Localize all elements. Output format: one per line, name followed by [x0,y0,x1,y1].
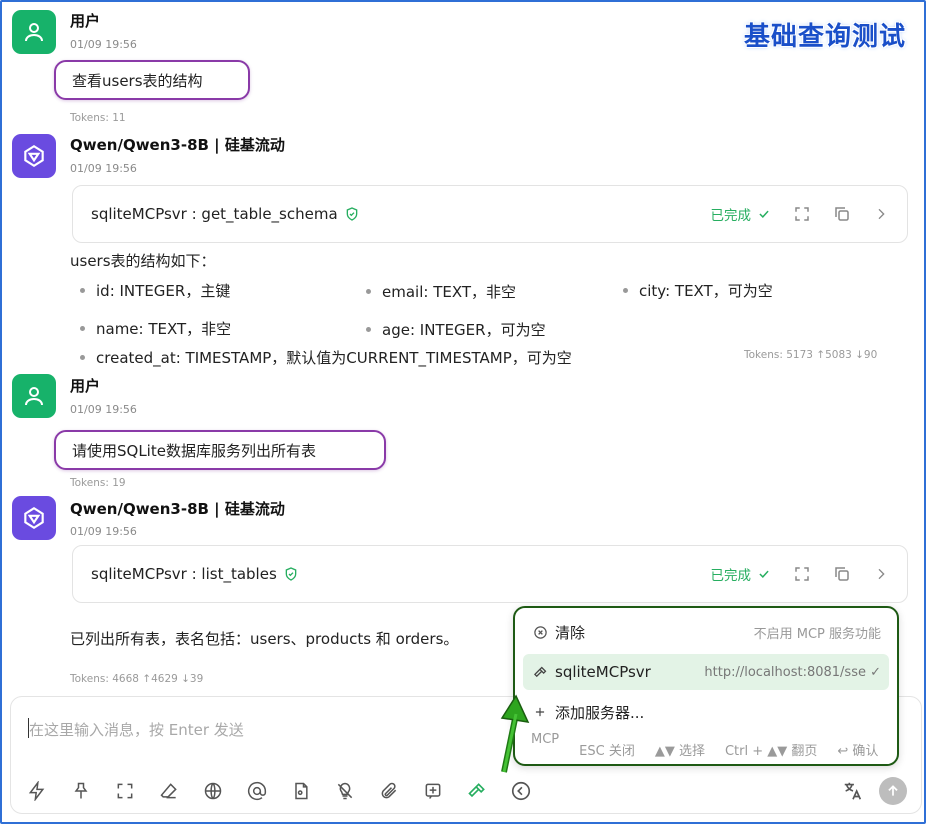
document-icon[interactable] [289,779,313,803]
mcp-clear-hint: 不启用 MCP 服务功能 [753,626,881,642]
footer-hint: ▲▼ 选择 [654,744,705,759]
pin-icon[interactable] [69,779,93,803]
message-time: 01/09 19:56 [70,38,137,51]
tool-call-card[interactable]: sqliteMCPsvr : get_table_schema 已完成 [72,185,908,243]
sender-name: 用户 [70,12,101,30]
shield-check-icon [344,206,360,222]
tool-status: 已完成 [711,564,772,584]
user-avatar [12,374,56,418]
chevron-left-icon[interactable] [509,779,533,803]
list-item: age: INTEGER，可为空 [366,321,546,339]
expand-icon[interactable] [793,205,811,223]
qwen-logo-icon [24,506,44,530]
model-avatar [12,496,56,540]
input-right-actions [841,777,907,805]
input-toolbar [25,779,533,803]
message-time: 01/09 19:56 [70,162,137,175]
message-input[interactable]: 在这里输入消息，按 Enter 发送 [29,719,244,740]
user-icon [25,23,43,42]
shield-check-icon [283,566,299,582]
user-message-bubble: 查看users表的结构 [54,60,250,100]
mcp-add-server-label: 添加服务器... [555,703,645,722]
add-note-icon[interactable] [421,779,445,803]
list-item: created_at: TIMESTAMP，默认值为CURRENT_TIMEST… [80,349,572,367]
list-item: id: INTEGER，主键 [79,282,231,300]
hammer-icon [531,665,549,680]
token-count: Tokens: 5173 ↑5083 ↓90 [744,349,878,361]
chevron-right-icon[interactable] [873,206,889,222]
sender-name: Qwen/Qwen3-8B | 硅基流动 [70,136,285,154]
mcp-server-label: sqliteMCPsvr [555,663,651,681]
chevron-right-icon[interactable] [873,566,889,582]
annotation-arrow [500,694,530,773]
hammer-icon[interactable] [465,779,489,803]
mcp-server-url: http://localhost:8081/sse ✓ [704,664,881,680]
watermark-title: 基础查询测试 [743,22,906,52]
token-count: Tokens: 19 [70,477,126,489]
user-icon [25,387,43,406]
mcp-server-option[interactable]: sqliteMCPsvr http://localhost:8081/sse ✓ [523,654,889,690]
expand-icon[interactable] [793,565,811,583]
translate-icon[interactable] [841,779,865,803]
list-item: city: TEXT，可为空 [623,282,773,300]
tool-call-name: sqliteMCPsvr : list_tables [91,565,277,583]
eraser-icon[interactable] [157,779,181,803]
footer-hint: ↩ 确认 [837,744,879,759]
lightning-icon[interactable] [25,779,49,803]
mcp-clear-label: 清除 [555,623,586,642]
sender-name: 用户 [70,377,101,395]
close-circle-icon [531,625,549,640]
globe-icon[interactable] [201,779,225,803]
arrow-up-icon [888,785,898,796]
token-count: Tokens: 11 [70,112,126,124]
footer-hint: Ctrl + ▲▼ 翻页 [724,744,818,759]
response-intro: users表的结构如下： [70,252,216,270]
check-icon [759,570,769,578]
mcp-add-server-option[interactable]: 添加服务器... [523,694,889,730]
list-item: email: TEXT，非空 [365,283,517,301]
tool-call-card[interactable]: sqliteMCPsvr : list_tables 已完成 [72,545,908,603]
token-count: Tokens: 4668 ↑4629 ↓39 [70,673,204,685]
user-message-bubble: 请使用SQLite数据库服务列出所有表 [54,430,386,470]
copy-icon[interactable] [833,205,851,223]
sender-name: Qwen/Qwen3-8B | 硅基流动 [70,500,285,518]
tool-call-name: sqliteMCPsvr : get_table_schema [91,205,338,223]
tool-status: 已完成 [711,204,772,224]
paperclip-icon[interactable] [377,779,401,803]
model-avatar [12,134,56,178]
check-icon [759,210,769,218]
response-text: 已列出所有表，表名包括：users、products 和 orders。 [70,630,459,648]
mcp-popup-footer: MCP ESC 关闭 ▲▼ 选择 Ctrl + ▲▼ 翻页 ↩ 确认 [531,732,879,759]
chat-window: 基础查询测试 用户 01/09 19:56 查看users表的结构 Tokens… [0,0,926,824]
mcp-clear-option[interactable]: 清除 不启用 MCP 服务功能 [523,614,889,650]
fullscreen-icon[interactable] [113,779,137,803]
send-button[interactable] [879,777,907,805]
list-item: name: TEXT，非空 [79,320,232,338]
user-avatar [12,10,56,54]
copy-icon[interactable] [833,565,851,583]
mcp-server-popup: 清除 不启用 MCP 服务功能 sqliteMCPsvr http://loca… [513,606,899,766]
footer-hint: ESC 关闭 [579,744,635,759]
message-time: 01/09 19:56 [70,403,137,416]
footer-hint: MCP [531,732,560,747]
at-icon[interactable] [245,779,269,803]
message-time: 01/09 19:56 [70,525,137,538]
qwen-logo-icon [24,144,44,168]
lightbulb-off-icon[interactable] [333,779,357,803]
